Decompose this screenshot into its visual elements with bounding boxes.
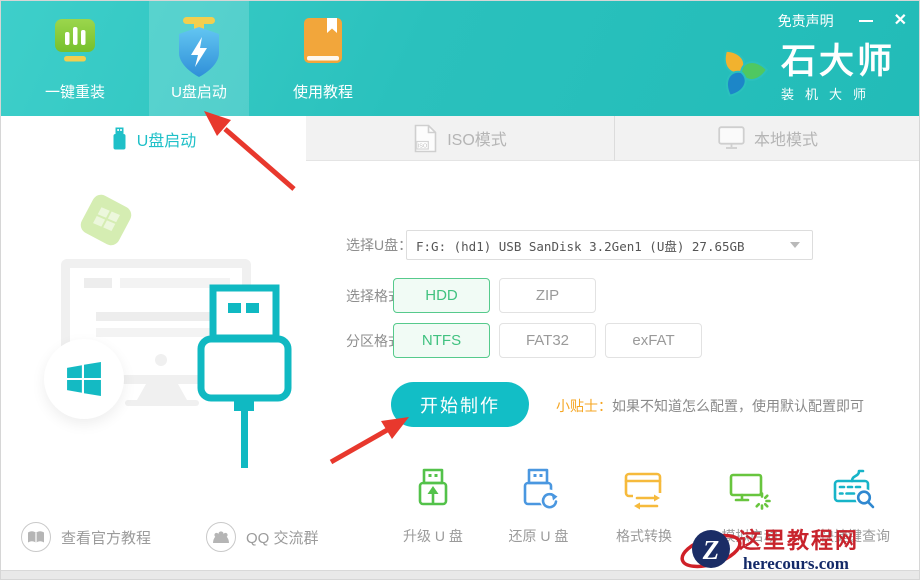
usb-select-dropdown[interactable]: F:G: (hd1) USB SanDisk 3.2Gen1 (U盘) 27.6… bbox=[406, 230, 813, 260]
format-option-zip[interactable]: ZIP bbox=[499, 278, 596, 313]
watermark-site-url: herecours.com bbox=[743, 554, 849, 573]
usb-select-label: 选择U盘： bbox=[346, 235, 406, 255]
footer-link-label: QQ 交流群 bbox=[246, 527, 319, 548]
brand-subtitle: 装机大师 bbox=[781, 84, 895, 103]
bar-chart-monitor-icon bbox=[49, 15, 101, 79]
usb-upgrade-icon bbox=[410, 467, 456, 518]
tool-label: 还原 U 盘 bbox=[509, 526, 569, 546]
partition-option-fat32[interactable]: FAT32 bbox=[499, 323, 596, 358]
mode-tabs: U盘启动 ISO ISO模式 本地模式 bbox=[1, 116, 920, 161]
watermark-site-name: 这里教程网 bbox=[739, 528, 859, 553]
tool-label: 格式转换 bbox=[616, 526, 672, 546]
usb-restore-icon bbox=[516, 467, 562, 518]
start-make-button[interactable]: 开始制作 bbox=[391, 382, 529, 427]
tab-one-key-reinstall[interactable]: 一键重装 bbox=[25, 1, 125, 116]
mode-tab-iso[interactable]: ISO ISO模式 bbox=[306, 116, 615, 161]
tool-upgrade-usb[interactable]: 升级 U 盘 bbox=[383, 467, 483, 546]
main-toolbar: 一键重装 U盘启动 bbox=[25, 1, 397, 116]
qq-group-link[interactable]: QQ 交流群 bbox=[206, 522, 319, 552]
window-controls: 免责声明 ✕ bbox=[778, 11, 907, 31]
mode-tab-usb-boot[interactable]: U盘启动 bbox=[1, 116, 306, 161]
tab-usb-boot[interactable]: U盘启动 bbox=[149, 1, 249, 116]
windows-logo-badge bbox=[44, 339, 124, 419]
tab-tutorial[interactable]: 使用教程 bbox=[273, 1, 373, 116]
brand-pinwheel-icon bbox=[711, 39, 771, 106]
usb-drive-icon bbox=[111, 127, 128, 150]
minimize-icon[interactable] bbox=[858, 12, 874, 30]
official-tutorial-link[interactable]: 查看官方教程 bbox=[21, 522, 151, 552]
usb-select-row: 选择U盘： F:G: (hd1) USB SanDisk 3.2Gen1 (U盘… bbox=[346, 230, 813, 260]
mode-tab-label: U盘启动 bbox=[137, 127, 197, 151]
format-convert-icon bbox=[621, 467, 667, 518]
iso-file-icon: ISO bbox=[413, 124, 438, 153]
partition-option-exfat[interactable]: exFAT bbox=[605, 323, 702, 358]
format-row: 选择格式： HDD ZIP bbox=[346, 278, 605, 313]
footer-link-label: 查看官方教程 bbox=[61, 527, 151, 548]
tip-label: 小贴士： bbox=[556, 398, 612, 414]
tab-label: 使用教程 bbox=[293, 81, 353, 102]
partition-option-ntfs[interactable]: NTFS bbox=[393, 323, 490, 358]
hotkey-search-icon bbox=[832, 467, 878, 518]
windows-flag-icon bbox=[66, 361, 102, 397]
mode-tab-label: 本地模式 bbox=[754, 126, 818, 150]
partition-row: 分区格式： NTFS FAT32 exFAT bbox=[346, 323, 711, 358]
disclaimer-link[interactable]: 免责声明 bbox=[778, 11, 834, 31]
partition-label: 分区格式： bbox=[346, 331, 393, 351]
book-icon bbox=[297, 15, 349, 79]
monitor-icon bbox=[718, 126, 745, 150]
usb-plug-illustration bbox=[196, 283, 296, 478]
app-window: 一键重装 U盘启动 bbox=[0, 0, 920, 580]
header: 一键重装 U盘启动 bbox=[1, 1, 920, 116]
tool-label: 升级 U 盘 bbox=[403, 526, 463, 546]
shield-lightning-icon bbox=[173, 15, 225, 79]
tip-body: 如果不知道怎么配置，使用默认配置即可 bbox=[612, 398, 864, 414]
tool-restore-usb[interactable]: 还原 U 盘 bbox=[489, 467, 589, 546]
windows-tile-decoration bbox=[78, 192, 135, 249]
people-group-icon bbox=[206, 522, 236, 552]
format-label: 选择格式： bbox=[346, 286, 393, 306]
brand-name: 石大师 bbox=[781, 43, 895, 81]
simulate-boot-icon bbox=[727, 467, 773, 518]
tab-label: 一键重装 bbox=[45, 81, 105, 102]
brand-logo: 石大师 装机大师 bbox=[711, 39, 895, 106]
monitor-base bbox=[125, 400, 199, 406]
watermark-logo-letter: Z bbox=[702, 535, 720, 565]
close-icon[interactable]: ✕ bbox=[894, 12, 907, 30]
chevron-down-icon bbox=[790, 242, 800, 248]
mode-tab-label: ISO模式 bbox=[447, 126, 507, 150]
site-watermark: Z 这里教程网 herecours.com bbox=[679, 521, 919, 579]
iso-icon-text: ISO bbox=[418, 143, 428, 149]
tip-text: 小贴士：如果不知道怎么配置，使用默认配置即可 bbox=[556, 396, 864, 416]
format-option-hdd[interactable]: HDD bbox=[393, 278, 490, 313]
tab-label: U盘启动 bbox=[171, 81, 227, 102]
open-book-icon bbox=[21, 522, 51, 552]
mode-tab-local[interactable]: 本地模式 bbox=[615, 116, 920, 161]
footer-links: 查看官方教程 QQ 交流群 bbox=[21, 522, 374, 552]
arrow-to-start-button bbox=[331, 417, 409, 462]
usb-select-value: F:G: (hd1) USB SanDisk 3.2Gen1 (U盘) 27.6… bbox=[416, 236, 790, 255]
monitor-stand bbox=[137, 384, 187, 400]
